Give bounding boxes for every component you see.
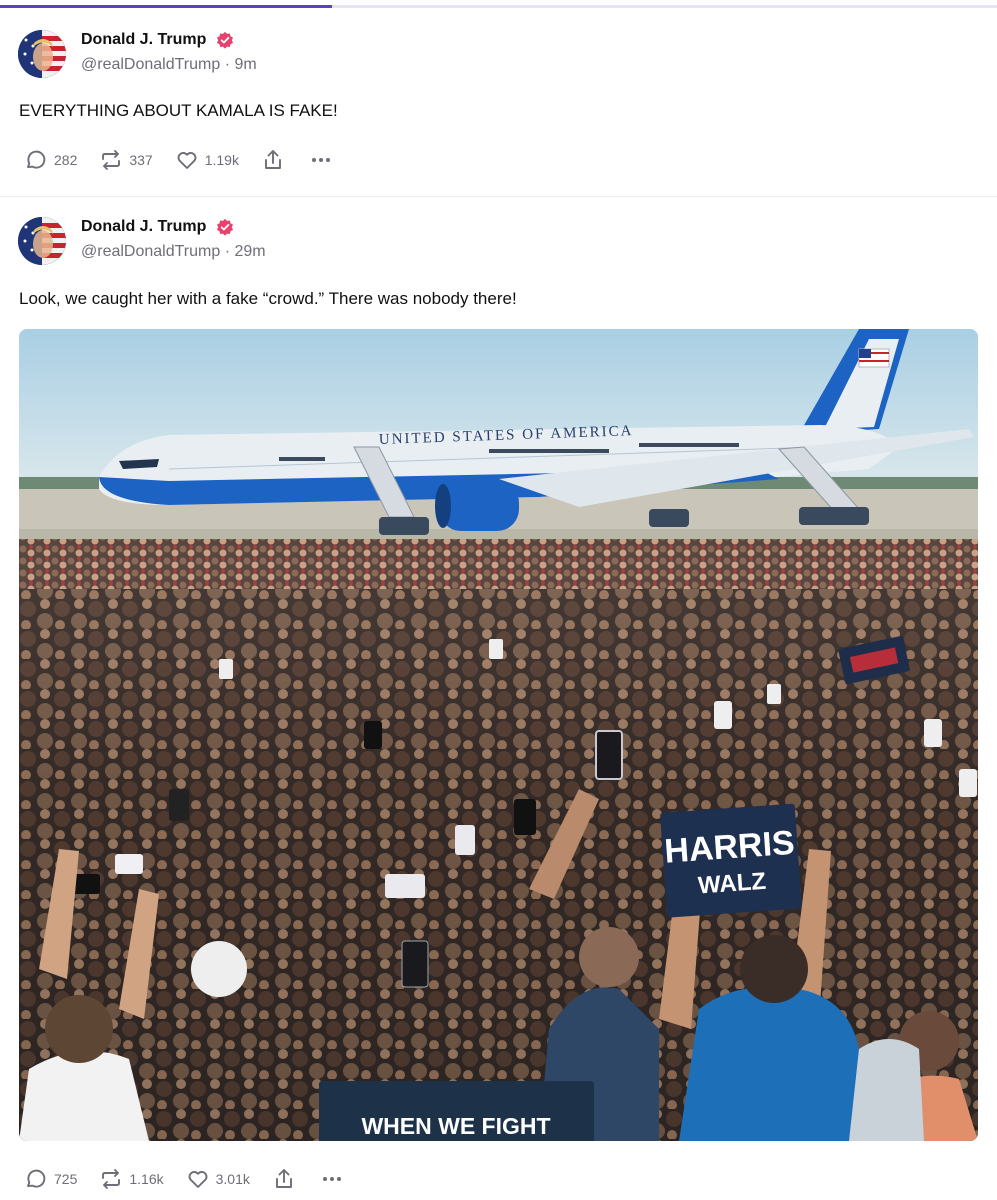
author-handle[interactable]: @realDonaldTrump (81, 56, 220, 73)
share-icon (275, 1169, 292, 1188)
reply-count: 282 (54, 152, 78, 168)
avatar[interactable] (18, 217, 66, 265)
repost-count: 337 (129, 152, 153, 168)
sign-text-when-we-fight: WHEN WE FIGHT (361, 1113, 550, 1139)
verified-badge-icon (216, 218, 233, 236)
loading-progress-bar (0, 5, 997, 8)
repost-count: 1.16k (129, 1171, 164, 1187)
post-timestamp[interactable]: 9m (235, 56, 257, 73)
author-name[interactable]: Donald J. Trump (81, 218, 206, 236)
like-button[interactable]: 3.01k (186, 1167, 250, 1191)
post-meta: @realDonaldTrump · 29m (81, 243, 266, 261)
post-actions: 282 337 1.19k (24, 148, 355, 172)
like-count: 3.01k (215, 1171, 250, 1187)
repost-icon (102, 1169, 121, 1189)
heart-icon (188, 1171, 208, 1188)
reply-button[interactable]: 725 (24, 1167, 77, 1191)
repost-button[interactable]: 1.16k (99, 1167, 164, 1191)
reply-icon (27, 1169, 46, 1188)
post-text: Look, we caught her with a fake “crowd.”… (19, 289, 517, 308)
reply-button[interactable]: 282 (24, 148, 77, 172)
like-button[interactable]: 1.19k (175, 148, 239, 172)
reply-count: 725 (54, 1171, 78, 1187)
more-dots-icon (322, 1177, 341, 1181)
author-handle[interactable]: @realDonaldTrump (81, 243, 220, 260)
post[interactable]: Donald J. Trump @realDonaldTrump · 9m EV… (0, 18, 997, 197)
heart-icon (177, 152, 197, 169)
post[interactable]: Donald J. Trump @realDonaldTrump · 29m L… (0, 205, 997, 1200)
post-text: EVERYTHING ABOUT KAMALA IS FAKE! (19, 101, 338, 120)
more-options-button[interactable] (309, 148, 333, 172)
repost-button[interactable]: 337 (99, 148, 153, 172)
meta-separator: · (224, 243, 231, 261)
sign-text-walz: WALZ (697, 868, 767, 900)
meta-separator: · (224, 56, 231, 74)
post-actions: 725 1.16k 3.01k (24, 1167, 366, 1191)
post-timestamp[interactable]: 29m (235, 243, 266, 260)
verified-badge-icon (216, 31, 233, 49)
post-meta: @realDonaldTrump · 9m (81, 56, 257, 74)
reply-icon (27, 150, 46, 169)
more-options-button[interactable] (320, 1167, 344, 1191)
post-author: Donald J. Trump @realDonaldTrump · 9m (81, 31, 257, 74)
repost-icon (102, 150, 121, 170)
photo-when-we-fight-banner: WHEN WE FIGHT (319, 1081, 594, 1141)
like-count: 1.19k (204, 152, 239, 168)
truth-social-feed: Donald J. Trump @realDonaldTrump · 9m EV… (0, 0, 997, 1200)
post-author: Donald J. Trump @realDonaldTrump · 29m (81, 218, 266, 261)
share-button[interactable] (261, 148, 285, 172)
post-photo[interactable]: UNITED STATES OF AMERICA HARRIS WALZ WHE… (19, 329, 978, 1141)
photo-harris-walz-sign: HARRIS WALZ (660, 803, 802, 918)
share-button[interactable] (272, 1167, 296, 1191)
share-icon (265, 150, 281, 169)
loading-progress-fill (0, 5, 332, 8)
avatar[interactable] (18, 30, 66, 78)
more-dots-icon (311, 158, 330, 162)
author-name[interactable]: Donald J. Trump (81, 31, 206, 49)
